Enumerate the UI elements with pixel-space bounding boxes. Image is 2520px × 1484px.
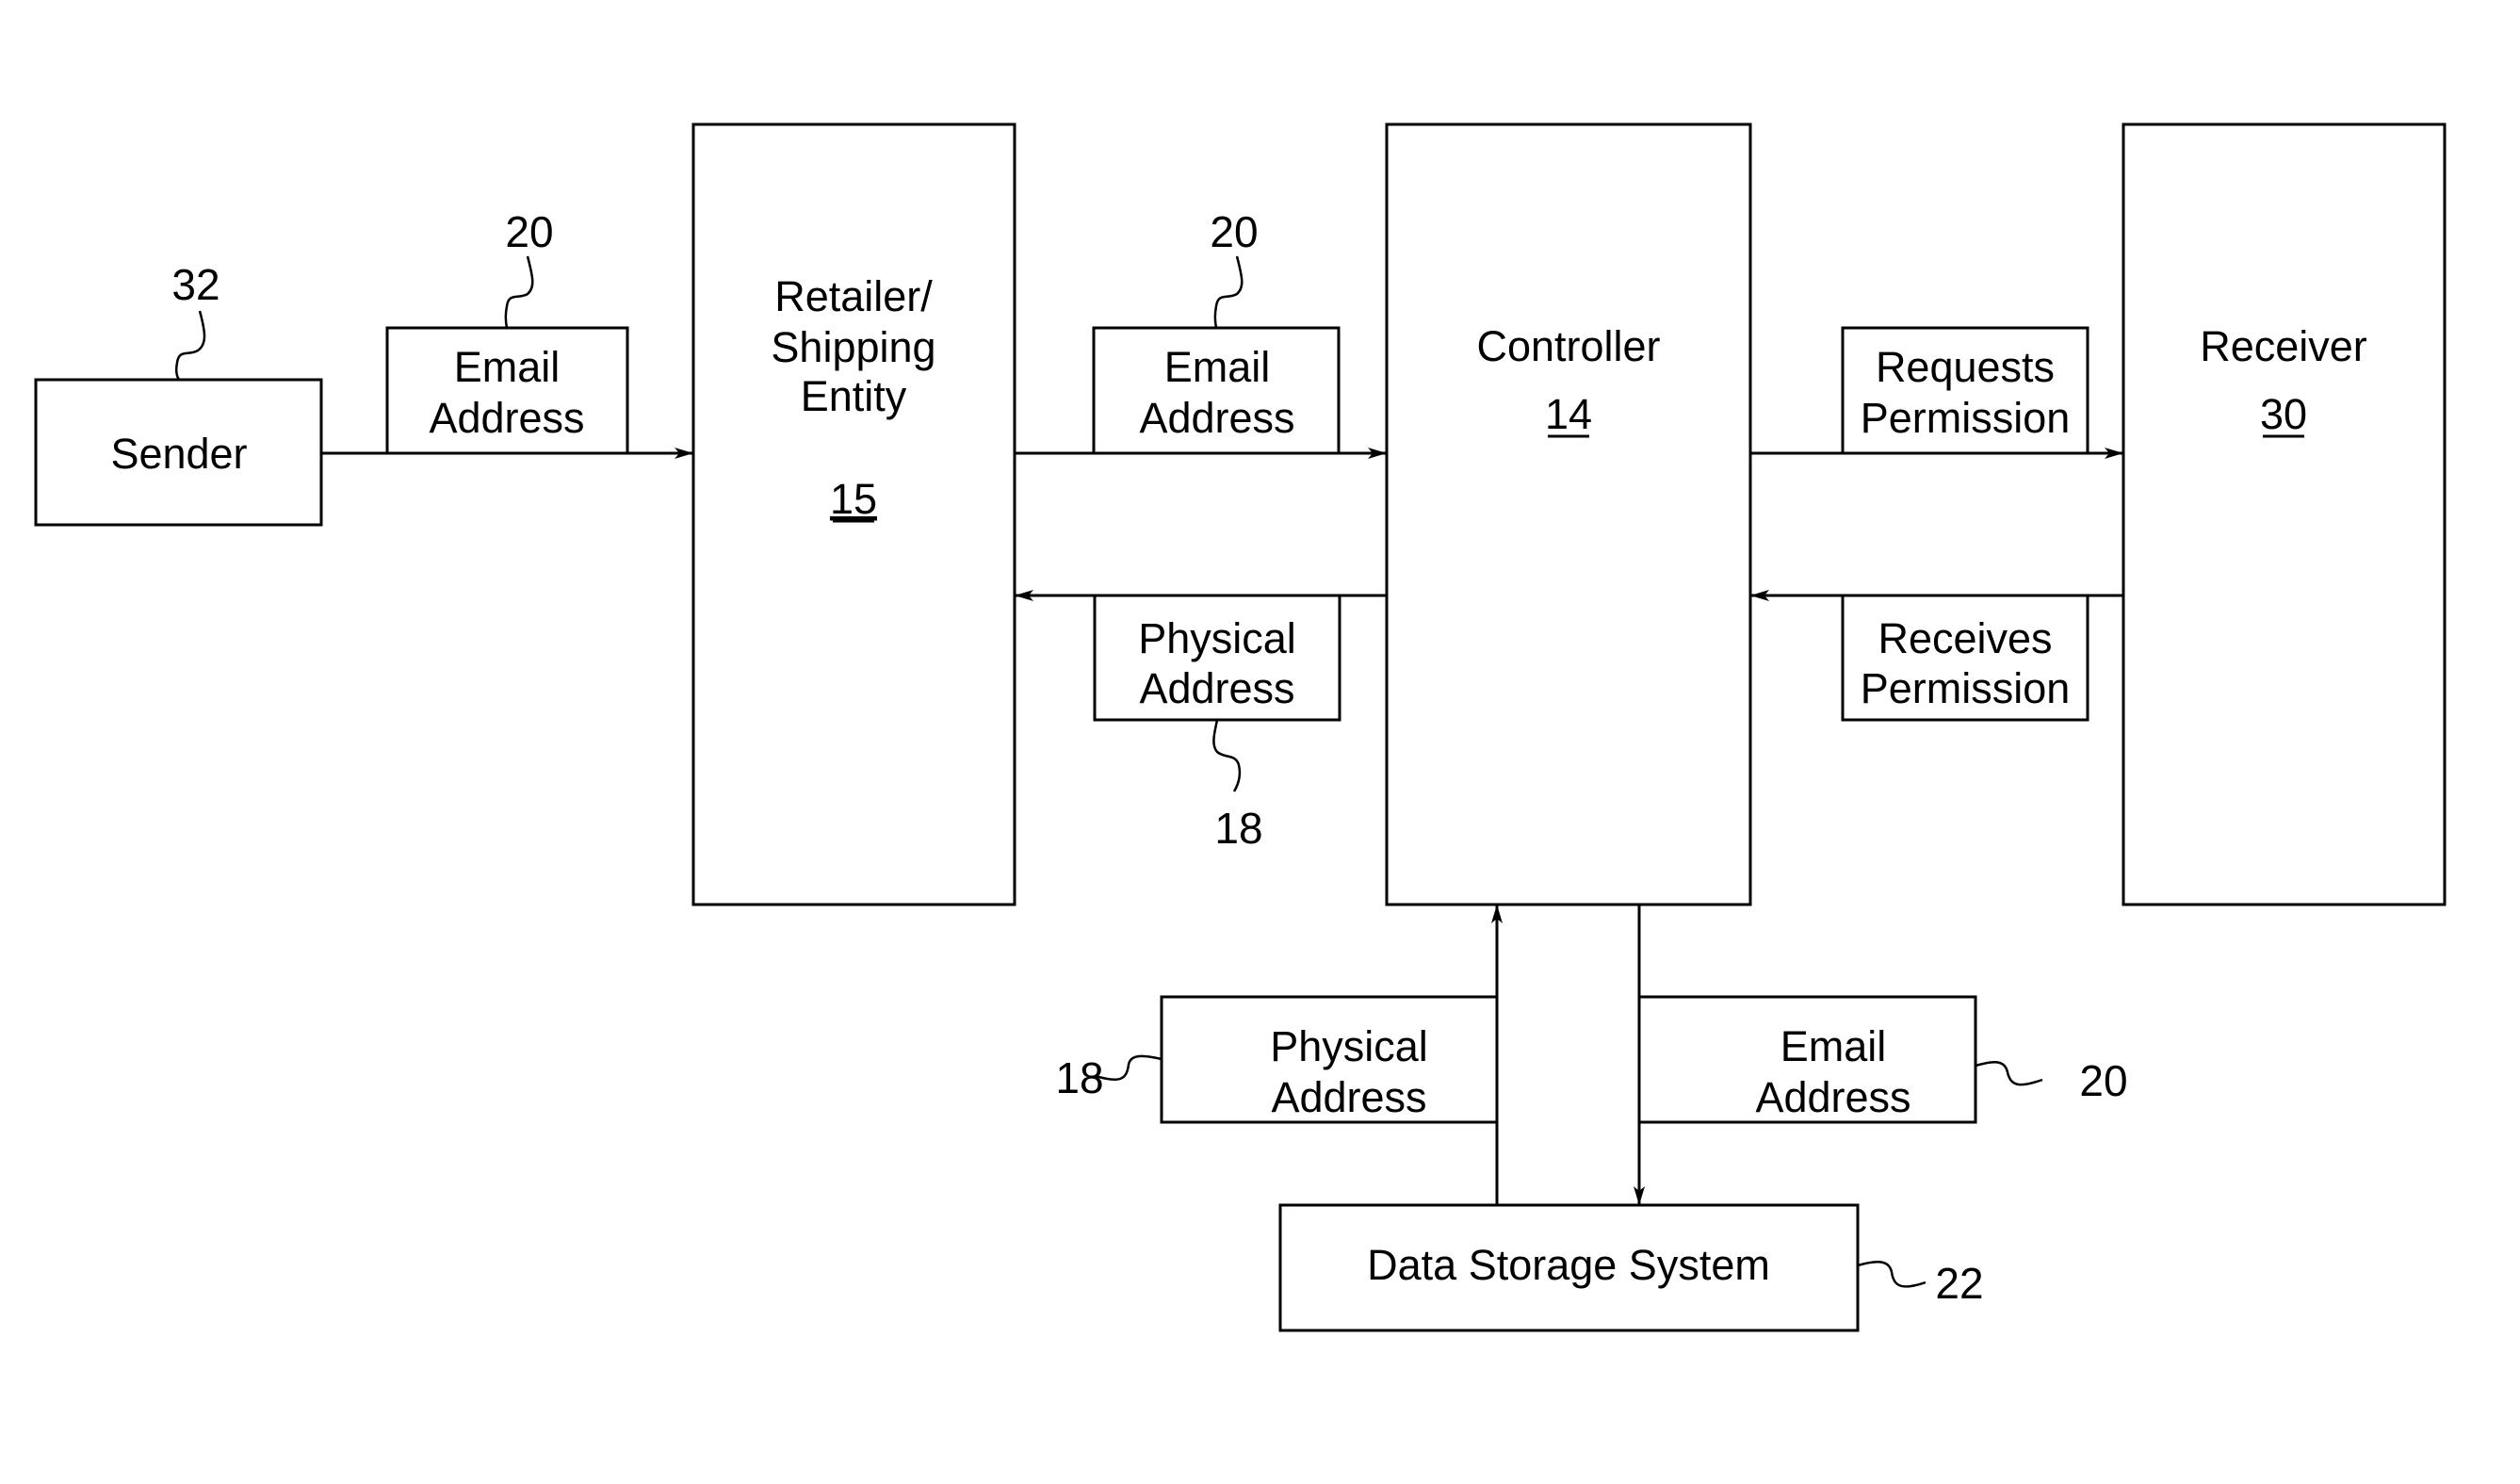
message-physical-storage-to-controller: Physical Address 18 bbox=[1055, 995, 1499, 1124]
data-storage-ref-number: 22 bbox=[1935, 1259, 1983, 1308]
controller-box bbox=[1385, 122, 1752, 906]
message-label-line-2: Address bbox=[1139, 664, 1294, 712]
sender-node: Sender 32 bbox=[34, 260, 323, 527]
message-email-controller-to-storage: Email Address 20 bbox=[1637, 995, 2128, 1124]
message-label-line-2: Permission bbox=[1861, 664, 2071, 712]
receiver-ref-number: 30 bbox=[2260, 390, 2307, 438]
message-label-line-1: Physical bbox=[1270, 1022, 1428, 1070]
message-label-line-1: Email bbox=[1780, 1022, 1887, 1070]
message-email-retailer-to-controller: Email Address 20 bbox=[1092, 207, 1341, 455]
message-label-line-1: Receives bbox=[1878, 614, 2052, 662]
message-receives-permission: Receives Permission bbox=[1841, 594, 2089, 722]
retailer-node: Retailer/ Shipping Entity 15 bbox=[691, 122, 1016, 906]
message-label-line-1: Email bbox=[454, 343, 561, 391]
message-ref-number: 20 bbox=[505, 207, 553, 256]
retailer-label-line-1: Retailer/ bbox=[774, 272, 933, 320]
retailer-label-line-3: Entity bbox=[801, 372, 907, 420]
message-ref-number: 20 bbox=[1210, 207, 1258, 256]
message-label-line-2: Permission bbox=[1861, 394, 2071, 442]
data-storage-label: Data Storage System bbox=[1367, 1241, 1770, 1289]
message-label-line-2: Address bbox=[429, 394, 584, 442]
message-label-line-1: Physical bbox=[1138, 614, 1296, 662]
message-leader-line bbox=[1212, 719, 1242, 792]
message-label-line-2: Address bbox=[1271, 1073, 1426, 1121]
retailer-ref-number: 15 bbox=[830, 475, 877, 523]
message-ref-number: 18 bbox=[1214, 804, 1262, 853]
message-leader-line bbox=[1095, 1054, 1162, 1081]
message-requests-permission: Requests Permission bbox=[1841, 326, 2089, 455]
message-label-line-1: Email bbox=[1164, 343, 1271, 391]
message-physical-controller-to-retailer: Physical Address 18 bbox=[1093, 594, 1341, 853]
controller-node: Controller 14 bbox=[1385, 122, 1752, 906]
message-ref-number: 20 bbox=[2079, 1056, 2127, 1105]
sender-leader-line bbox=[174, 310, 206, 381]
data-storage-node: Data Storage System 22 bbox=[1278, 1203, 1984, 1332]
sender-label: Sender bbox=[110, 430, 247, 478]
message-label-line-1: Requests bbox=[1876, 343, 2055, 391]
message-label-line-2: Address bbox=[1755, 1073, 1910, 1121]
controller-ref-number: 14 bbox=[1545, 390, 1592, 438]
message-label-line-2: Address bbox=[1139, 394, 1294, 442]
retailer-label-line-2: Shipping bbox=[771, 323, 935, 371]
receiver-box bbox=[2122, 122, 2447, 906]
controller-label: Controller bbox=[1476, 322, 1660, 370]
receiver-label: Receiver bbox=[2200, 322, 2367, 370]
data-storage-leader-line bbox=[1857, 1261, 1927, 1288]
sender-ref-number: 32 bbox=[171, 260, 219, 309]
message-email-sender-to-retailer: Email Address 20 bbox=[385, 207, 629, 455]
receiver-node: Receiver 30 bbox=[2122, 122, 2447, 906]
message-leader-line bbox=[504, 255, 534, 329]
block-diagram: Sender 32 Retailer/ Shipping Entity 15 C… bbox=[34, 122, 2447, 1332]
message-leader-line bbox=[1975, 1061, 2043, 1086]
message-leader-line bbox=[1213, 255, 1244, 329]
message-ref-number: 18 bbox=[1055, 1053, 1103, 1102]
